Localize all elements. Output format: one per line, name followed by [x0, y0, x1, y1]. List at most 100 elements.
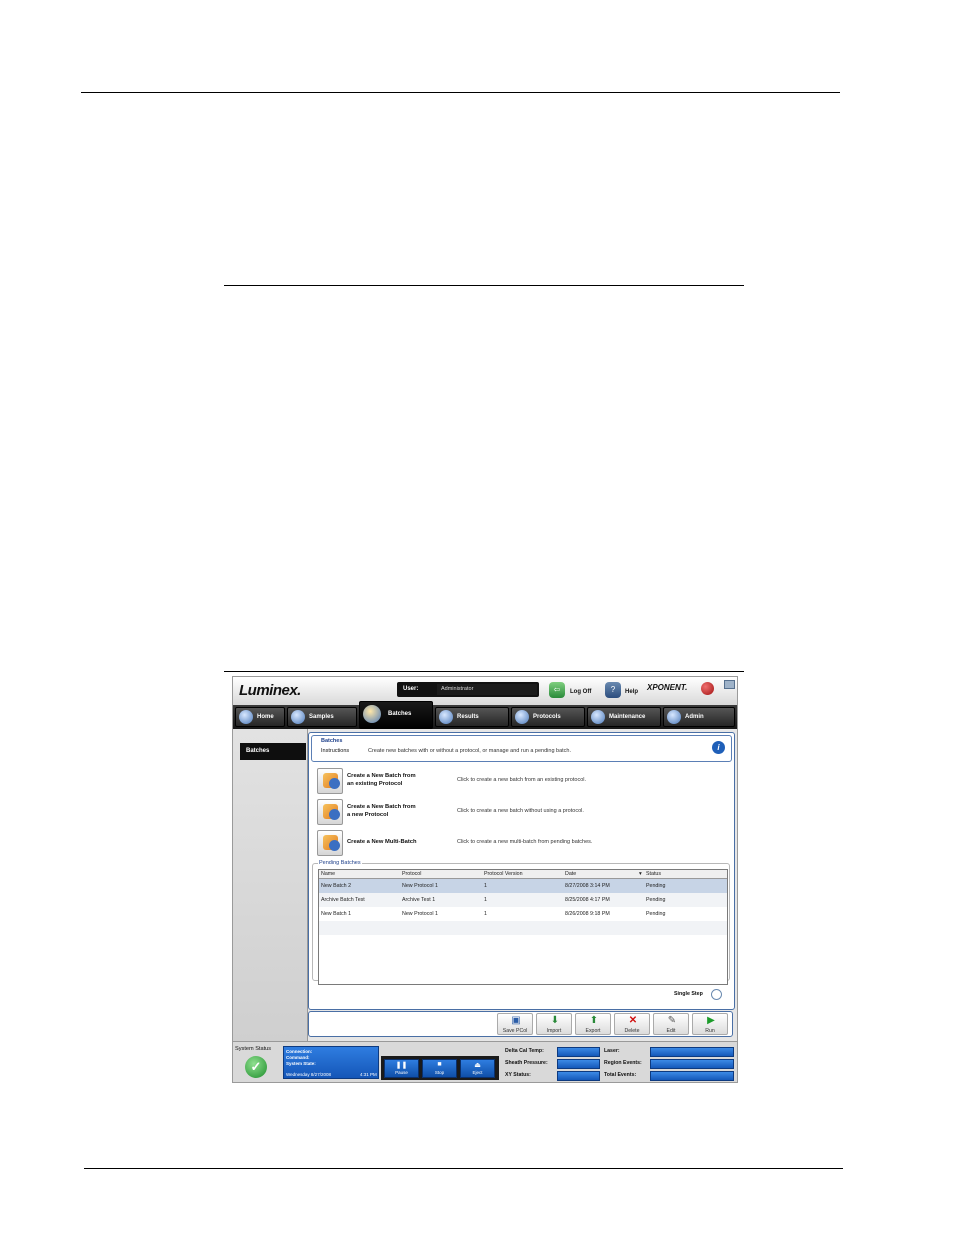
laser-label: Laser: — [604, 1048, 620, 1054]
cell-date: 8/26/2008 9:18 PM — [565, 911, 610, 917]
action-title[interactable]: Create a New Batch from a new Protocol — [347, 803, 439, 819]
help-button[interactable]: Help — [625, 689, 638, 695]
protocols-icon — [515, 710, 529, 724]
help-icon[interactable]: ? — [605, 682, 621, 698]
stop-label: Stop — [434, 1070, 445, 1075]
table-row[interactable]: Archive Batch Test Archive Test 1 1 8/25… — [319, 893, 727, 907]
import-label: Import — [546, 1028, 562, 1034]
create-multi-batch[interactable]: Create a New Multi-Batch Click to create… — [317, 830, 727, 856]
action-title[interactable]: Create a New Batch from an existing Prot… — [347, 772, 439, 788]
tab-home[interactable]: Home — [235, 707, 285, 727]
single-step-toggle[interactable] — [711, 989, 722, 1000]
batch-new-protocol-icon[interactable] — [317, 799, 343, 825]
connection-panel: Connection: Command: System State: Wedne… — [283, 1046, 379, 1079]
xponent-logo: XPONENT. — [647, 683, 688, 692]
eject-button[interactable]: ⏏ Eject — [460, 1059, 495, 1078]
status-date: Wednesday 8/27/2008 — [286, 1072, 331, 1077]
stop-button[interactable]: ■ Stop — [422, 1059, 457, 1078]
tab-batches[interactable]: Batches — [359, 701, 433, 729]
action-title-line1: Create a New Multi-Batch — [347, 839, 417, 845]
batch-from-protocol-icon[interactable] — [317, 768, 343, 794]
column-protocol-version[interactable]: Protocol Version — [484, 871, 523, 877]
sheath-pressure-label: Sheath Pressure: — [505, 1060, 548, 1066]
status-light-icon — [701, 682, 714, 695]
pending-batches-table[interactable]: Name Protocol Protocol Version Date ▾ St… — [318, 869, 728, 985]
stop-icon: ■ — [437, 1061, 442, 1068]
create-batch-existing-protocol[interactable]: Create a New Batch from an existing Prot… — [317, 768, 727, 794]
tab-home-label: Home — [257, 714, 274, 720]
region-events-label: Region Events: — [604, 1060, 642, 1066]
column-status[interactable]: Status — [646, 871, 661, 877]
action-title-line2: an existing Protocol — [347, 781, 403, 787]
column-date[interactable]: Date — [565, 871, 576, 877]
minimize-icon[interactable] — [724, 680, 735, 689]
system-status-label: System Status — [235, 1046, 272, 1052]
xponent-window: Luminex. User: Administrator ⇦ Log Off ?… — [232, 676, 738, 1083]
cell-name: New Batch 1 — [321, 911, 352, 917]
table-row[interactable]: New Batch 1 New Protocol 1 1 8/26/2008 9… — [319, 907, 727, 921]
pause-button[interactable]: ❚❚ Pause — [384, 1059, 419, 1078]
column-protocol[interactable]: Protocol — [402, 871, 421, 877]
save-pcol-button[interactable]: ▣ Save PCol — [497, 1013, 533, 1035]
cell-protocol: Archive Test 1 — [402, 897, 436, 903]
sidebar-item-batches[interactable]: Batches — [240, 743, 306, 760]
instructions-heading: Batches — [321, 738, 343, 744]
delete-icon: ✕ — [628, 1015, 638, 1026]
connection-label: Connection: — [286, 1049, 313, 1054]
cell-version: 1 — [484, 911, 487, 917]
instructions-box: Batches Instructions Create new batches … — [311, 735, 732, 762]
sidebar: Batches — [233, 729, 308, 1041]
sort-arrow-icon[interactable]: ▾ — [639, 871, 642, 877]
run-icon: ▶ — [707, 1015, 715, 1026]
tab-samples[interactable]: Samples — [287, 707, 357, 727]
pending-batches-title: Pending Batches — [318, 860, 362, 866]
log-off-icon[interactable]: ⇦ — [549, 682, 565, 698]
region-events-meter: Region Events: — [604, 1059, 735, 1069]
tab-samples-label: Samples — [309, 714, 334, 720]
tab-admin[interactable]: Admin — [663, 707, 735, 727]
log-off-button[interactable]: Log Off — [570, 689, 591, 695]
tab-results[interactable]: Results — [435, 707, 509, 727]
luminex-logo: Luminex. — [239, 682, 301, 699]
action-title-line1: Create a New Batch from — [347, 804, 416, 810]
batches-icon — [363, 705, 381, 723]
section-rule-2 — [224, 671, 744, 672]
top-page-rule — [81, 92, 840, 93]
user-value[interactable]: Administrator — [437, 684, 537, 695]
tab-protocols[interactable]: Protocols — [511, 707, 585, 727]
laser-meter: Laser: — [604, 1047, 735, 1057]
system-state-label: System State: — [286, 1061, 316, 1066]
tab-results-label: Results — [457, 714, 479, 720]
user-box[interactable]: User: Administrator — [397, 682, 539, 697]
multi-batch-icon[interactable] — [317, 830, 343, 856]
tab-bar: Home Samples Batches Results Protocols M… — [233, 701, 737, 729]
eject-icon: ⏏ — [474, 1062, 481, 1069]
save-icon: ▣ — [511, 1015, 521, 1026]
region-events-bar — [650, 1059, 734, 1069]
action-description: Click to create a new multi-batch from p… — [457, 839, 593, 845]
cell-version: 1 — [484, 883, 487, 889]
laser-bar — [650, 1047, 734, 1057]
import-icon: ⬇ — [550, 1015, 560, 1026]
edit-label: Edit — [666, 1028, 676, 1034]
delta-cal-temp-label: Delta Cal Temp: — [505, 1048, 544, 1054]
action-title[interactable]: Create a New Multi-Batch — [347, 838, 439, 846]
export-button[interactable]: ⬆ Export — [575, 1013, 611, 1035]
edit-button[interactable]: ✎ Edit — [653, 1013, 689, 1035]
info-icon[interactable]: i — [712, 741, 725, 754]
status-time: 4:31 PM — [360, 1072, 377, 1077]
status-bar: System Status ✓ Connection: Command: Sys… — [233, 1041, 737, 1082]
table-row[interactable]: New Batch 2 New Protocol 1 1 8/27/2008 3… — [319, 879, 727, 893]
tab-maintenance[interactable]: Maintenance — [587, 707, 661, 727]
create-batch-new-protocol[interactable]: Create a New Batch from a new Protocol C… — [317, 799, 727, 825]
column-name[interactable]: Name — [321, 871, 335, 877]
samples-icon — [291, 710, 305, 724]
check-icon[interactable]: ✓ — [245, 1056, 267, 1078]
action-toolbar: ▣ Save PCol ⬇ Import ⬆ Export ✕ Delete ✎… — [308, 1011, 733, 1037]
run-controls: ❚❚ Pause ■ Stop ⏏ Eject — [381, 1056, 499, 1080]
import-button[interactable]: ⬇ Import — [536, 1013, 572, 1035]
empty-row — [319, 921, 727, 935]
command-label: Command: — [286, 1055, 310, 1060]
delete-button[interactable]: ✕ Delete — [614, 1013, 650, 1035]
run-button[interactable]: ▶ Run — [692, 1013, 728, 1035]
